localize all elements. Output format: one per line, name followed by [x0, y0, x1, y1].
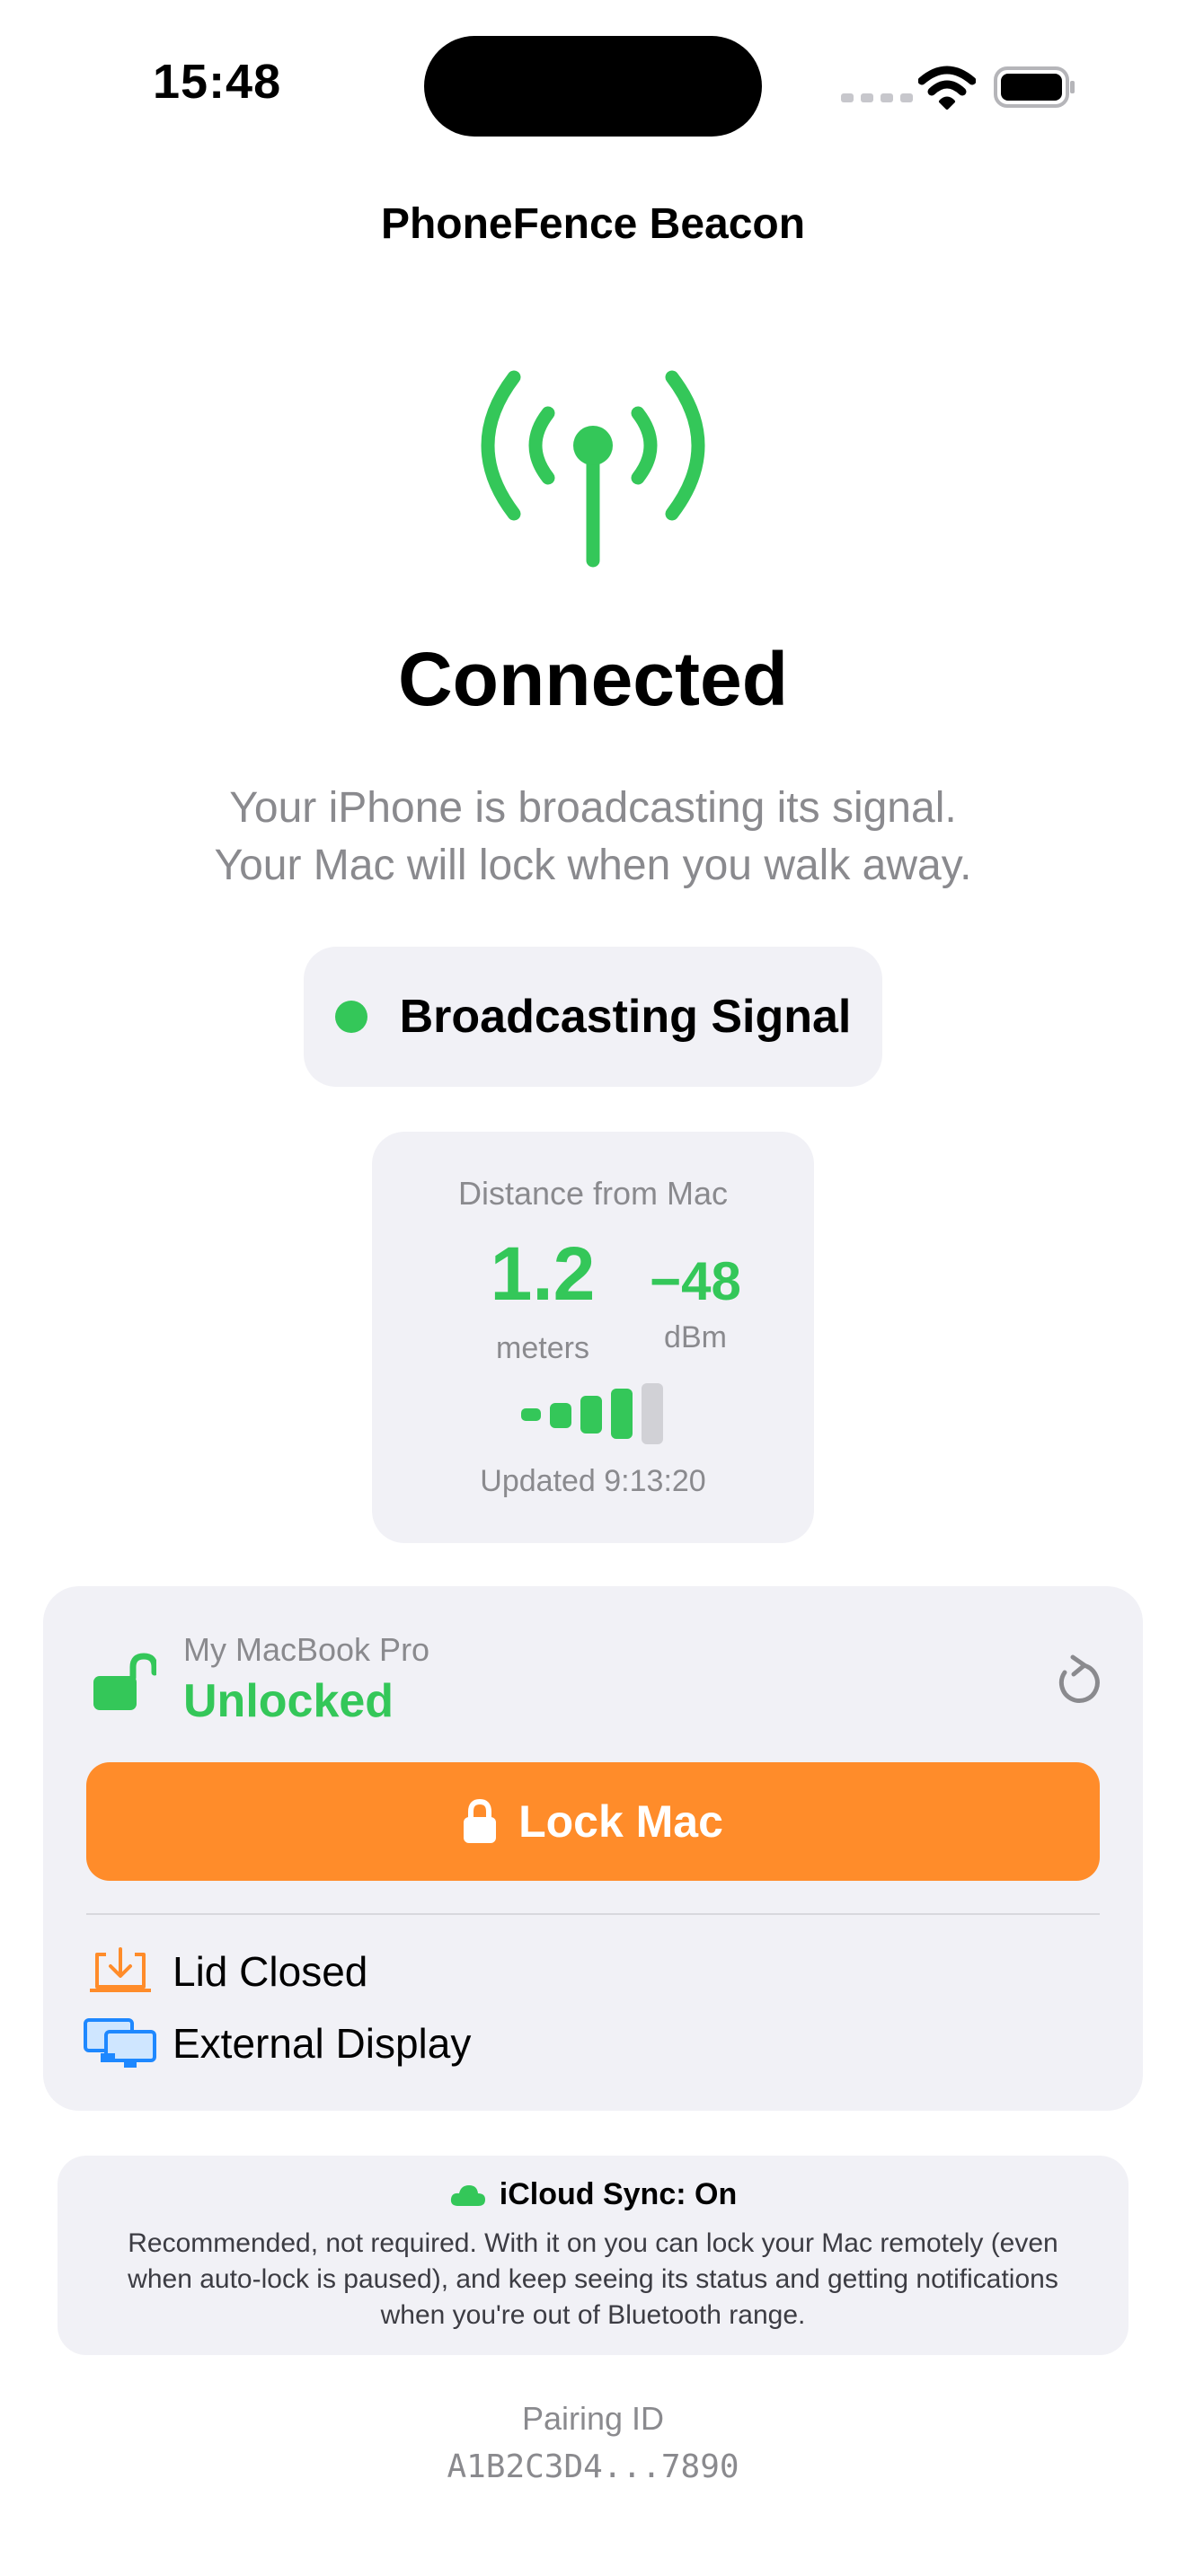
distance-unit: meters — [496, 1331, 589, 1365]
lock-mac-label: Lock Mac — [518, 1796, 723, 1847]
cellular-dots-icon — [841, 93, 913, 102]
lock-icon — [464, 1799, 497, 1843]
signal-bar-1 — [521, 1408, 541, 1421]
icloud-description: Recommended, not required. With it on yo… — [128, 2228, 1058, 2330]
rssi-unit: dBm — [664, 1320, 727, 1354]
status-time: 15:48 — [153, 55, 282, 109]
distance-title: Distance from Mac — [457, 1175, 729, 1212]
signal-bar-2 — [550, 1403, 571, 1428]
signal-bar-3 — [580, 1396, 602, 1434]
broadcast-label: Broadcasting Signal — [399, 991, 852, 1043]
mac-status-card: My MacBook Pro Unlocked Lock Mac Lid Clo… — [43, 1586, 1143, 2111]
status-subtitle-line-2: Your Mac will lock when you walk away. — [214, 842, 972, 889]
displays-icon — [84, 2018, 156, 2068]
status-dot-icon — [334, 1001, 367, 1033]
icloud-title-row: iCloud Sync: On — [58, 2177, 1128, 2212]
distance-value: 1.2 — [490, 1231, 596, 1316]
status-subtitle-line-1: Your iPhone is broadcasting its signal. — [229, 784, 957, 832]
status-heading: Connected — [397, 637, 789, 721]
pairing-label: Pairing ID — [521, 2400, 665, 2437]
refresh-icon[interactable] — [1055, 1654, 1102, 1707]
broadcast-status-pill: Broadcasting Signal — [304, 947, 882, 1087]
mac-name: My MacBook Pro — [183, 1631, 430, 1668]
lock-mac-button[interactable]: Lock Mac — [86, 1762, 1100, 1881]
phonefence-screen: 15:48 PhoneFence Beacon Connected Your i… — [0, 0, 1186, 2576]
updated-timestamp: Updated 9:13:20 — [480, 1464, 706, 1498]
dynamic-island — [424, 36, 762, 137]
distance-card: Distance from Mac 1.2 meters −48 dBm Upd… — [372, 1132, 814, 1543]
pairing-id: A1B2C3D4...7890 — [447, 2448, 739, 2485]
battery-icon — [994, 66, 1075, 108]
cloud-icon — [450, 2184, 485, 2206]
icloud-title: iCloud Sync: On — [499, 2177, 738, 2211]
laptop-download-icon — [90, 1947, 151, 1992]
broadcast-antenna-icon — [481, 370, 705, 568]
nav-title: PhoneFence Beacon — [380, 200, 806, 248]
signal-bar-4 — [611, 1389, 633, 1439]
lid-closed-label: Lid Closed — [173, 1948, 368, 1995]
icloud-sync-card: iCloud Sync: On Recommended, not require… — [58, 2156, 1128, 2355]
external-display-label: External Display — [173, 2020, 472, 2067]
signal-strength-icon — [521, 1383, 665, 1444]
wifi-icon — [918, 66, 976, 110]
signal-bar-5 — [642, 1383, 663, 1444]
unlocked-padlock-icon — [93, 1653, 156, 1710]
mac-lock-state: Unlocked — [183, 1675, 394, 1727]
rssi-value: −48 — [650, 1251, 741, 1311]
divider — [86, 1913, 1100, 1915]
